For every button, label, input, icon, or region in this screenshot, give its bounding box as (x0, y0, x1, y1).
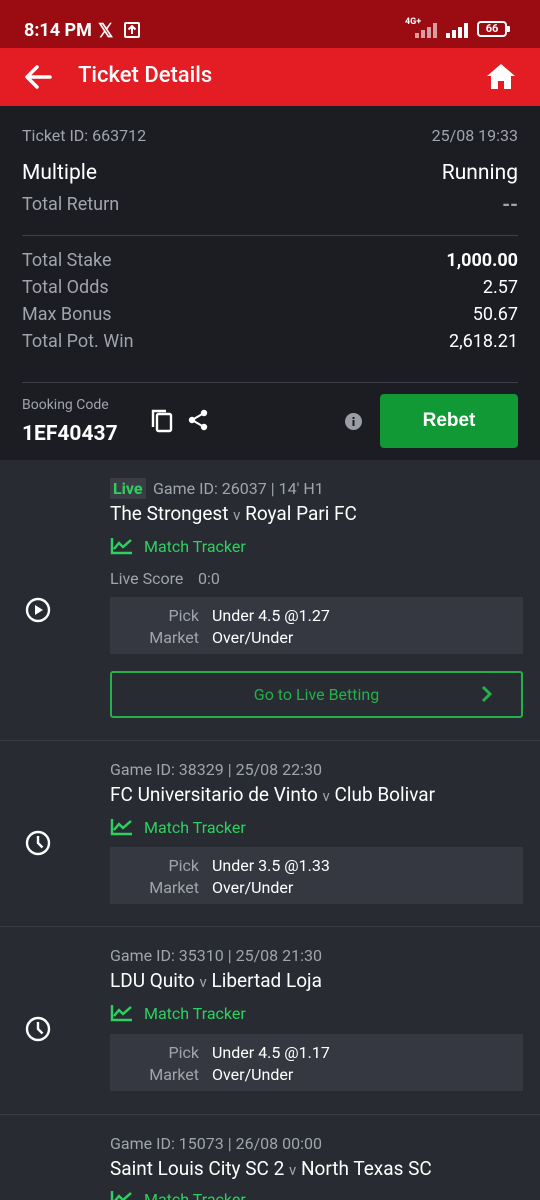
app-bar: Ticket Details (0, 48, 540, 106)
ticket-summary: Ticket ID: 663712 25/08 19:33 Multiple R… (0, 106, 540, 460)
status-bar: 8:14 PM 𝕏 4G+ 66 (0, 0, 540, 48)
away-team: Libertad Loja (211, 969, 322, 992)
selection-item: Live Game ID: 26037 | 14' H1 The Stronge… (0, 460, 540, 741)
pick-box: Pick Under 4.5 @1.17 Market Over/Under (110, 1034, 523, 1091)
upload-icon (124, 22, 140, 38)
match-teams: Saint Louis City SC 2 v North Texas SC (110, 1157, 432, 1180)
match-tracker-link[interactable]: Match Tracker (110, 818, 246, 837)
battery-icon: 66 (477, 21, 510, 37)
match-tracker-label: Match Tracker (144, 1004, 246, 1023)
chart-line-icon (110, 1191, 132, 1200)
ticket-id: Ticket ID: 663712 (22, 126, 147, 145)
info-icon[interactable] (345, 413, 362, 430)
home-team: FC Universitario de Vinto (110, 783, 318, 806)
pick-box: Pick Under 3.5 @1.33 Market Over/Under (110, 847, 523, 904)
game-meta: Game ID: 15073 | 26/08 00:00 (110, 1134, 322, 1153)
pick-box: Pick Under 4.5 @1.27 Market Over/Under (110, 597, 523, 654)
pick-value: Under 4.5 @1.17 (212, 1043, 330, 1062)
pick-label: Pick (168, 606, 199, 625)
match-tracker-link[interactable]: Match Tracker (110, 1190, 246, 1200)
selection-item: Game ID: 35310 | 25/08 21:30 LDU Quito v… (0, 927, 540, 1115)
signal-icon-2 (446, 21, 472, 38)
x-logo: 𝕏 (98, 19, 114, 42)
pick-label: Pick (168, 856, 199, 875)
pick-label: Pick (168, 1043, 199, 1062)
game-meta: Game ID: 26037 | 14' H1 (153, 479, 324, 498)
away-team: Club Bolivar (334, 783, 436, 806)
match-tracker-label: Match Tracker (144, 537, 246, 556)
market-value: Over/Under (212, 628, 294, 647)
back-arrow-icon[interactable] (24, 64, 52, 90)
market-value: Over/Under (212, 878, 294, 897)
clock-icon (25, 830, 51, 856)
go-to-live-betting-label: Go to Live Betting (253, 685, 380, 704)
away-team: North Texas SC (301, 1157, 432, 1180)
rebet-button[interactable]: Rebet (380, 394, 518, 448)
total-stake-label: Total Stake (22, 250, 112, 271)
divider (22, 235, 518, 236)
total-pot-win-label: Total Pot. Win (22, 331, 134, 352)
match-teams: FC Universitario de Vinto v Club Bolivar (110, 783, 435, 806)
total-return-label: Total Return (22, 194, 120, 215)
ticket-datetime: 25/08 19:33 (431, 126, 518, 145)
market-label: Market (149, 878, 199, 897)
total-odds-label: Total Odds (22, 277, 109, 298)
chevron-right-icon (481, 685, 493, 703)
booking-code: 1EF40437 (22, 422, 118, 446)
vs-label: v (322, 787, 330, 805)
selection-item: Game ID: 38329 | 25/08 22:30 FC Universi… (0, 741, 540, 927)
market-label: Market (149, 628, 199, 647)
divider (22, 382, 518, 383)
ticket-type: Multiple (22, 161, 98, 185)
booking-code-label: Booking Code (22, 397, 109, 413)
vs-label: v (199, 973, 207, 991)
selection-item: Game ID: 15073 | 26/08 00:00 Saint Louis… (0, 1115, 540, 1200)
go-to-live-betting-button[interactable]: Go to Live Betting (110, 671, 523, 718)
max-bonus-label: Max Bonus (22, 304, 112, 325)
live-score: 0:0 (198, 569, 220, 588)
match-tracker-link[interactable]: Match Tracker (110, 537, 246, 556)
match-tracker-label: Match Tracker (144, 818, 246, 837)
home-team: Saint Louis City SC 2 (110, 1157, 285, 1180)
copy-icon[interactable] (150, 408, 174, 434)
game-meta: Game ID: 38329 | 25/08 22:30 (110, 760, 322, 779)
signal-icon (415, 21, 441, 38)
vs-label: v (289, 1161, 297, 1179)
market-value: Over/Under (212, 1065, 294, 1084)
chart-line-icon (110, 819, 132, 836)
chart-line-icon (110, 1005, 132, 1022)
pick-value: Under 4.5 @1.27 (212, 606, 330, 625)
vs-label: v (233, 506, 241, 524)
pick-value: Under 3.5 @1.33 (212, 856, 330, 875)
home-team: LDU Quito (110, 969, 195, 992)
chart-line-icon (110, 538, 132, 555)
away-team: Royal Pari FC (245, 502, 357, 525)
match-tracker-label: Match Tracker (144, 1190, 246, 1200)
home-icon[interactable] (486, 62, 516, 90)
match-teams: LDU Quito v Libertad Loja (110, 969, 322, 992)
total-pot-win-value: 2,618.21 (449, 331, 518, 352)
total-stake-value: 1,000.00 (446, 250, 518, 271)
share-icon[interactable] (186, 408, 210, 432)
market-label: Market (149, 1065, 199, 1084)
total-odds-value: 2.57 (482, 277, 518, 298)
status-time: 8:14 PM (24, 20, 92, 41)
home-team: The Strongest (110, 502, 229, 525)
clock-icon (25, 1016, 51, 1042)
live-score-label: Live Score (110, 569, 184, 588)
total-return-value: -- (502, 192, 518, 216)
page-title: Ticket Details (78, 63, 213, 88)
ticket-status: Running (441, 161, 518, 185)
play-icon (25, 597, 51, 623)
match-teams: The Strongest v Royal Pari FC (110, 502, 357, 525)
max-bonus-value: 50.67 (472, 304, 518, 325)
match-tracker-link[interactable]: Match Tracker (110, 1004, 246, 1023)
live-badge: Live (110, 478, 146, 499)
game-meta: Game ID: 35310 | 25/08 21:30 (110, 946, 322, 965)
